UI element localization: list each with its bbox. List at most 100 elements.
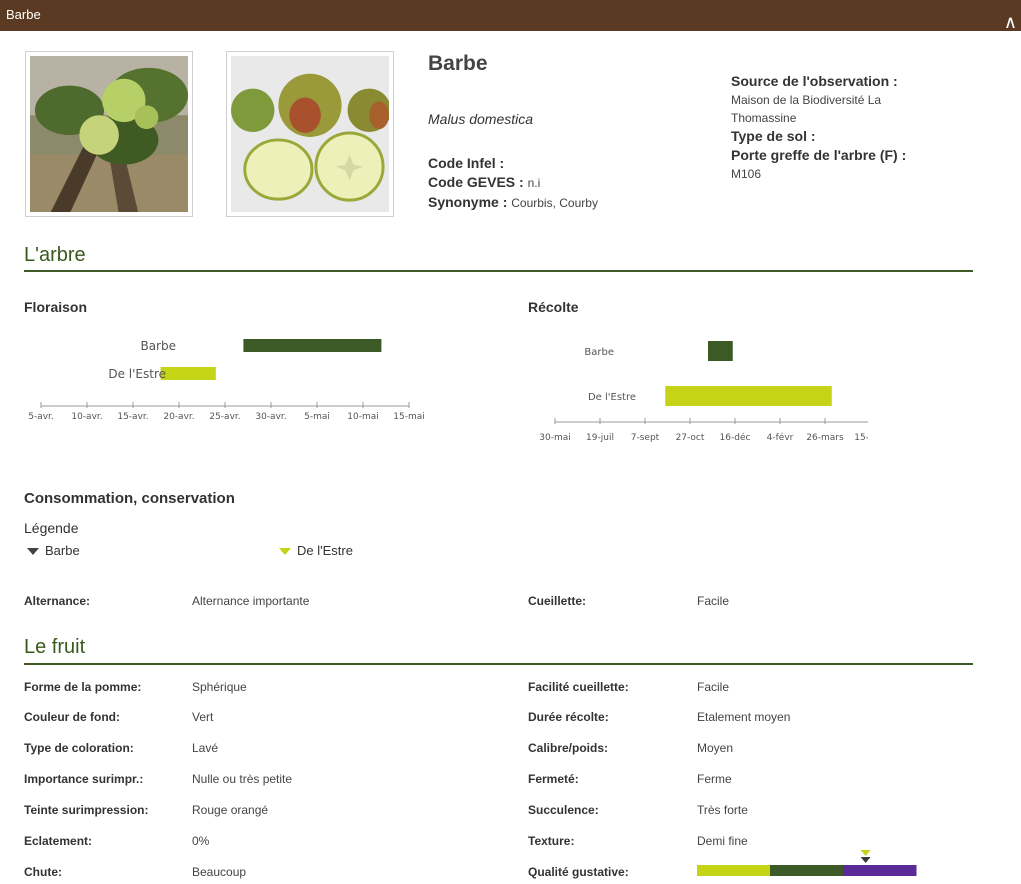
recolte-title: Récolte	[528, 299, 579, 315]
apple-tree-photo	[30, 56, 188, 212]
recolte-tick-label: 27-oct	[676, 433, 705, 443]
fruit-value: Moyen	[697, 741, 734, 755]
fruit-label: Qualité gustative:	[528, 865, 629, 879]
consommation-title: Consommation, conservation	[24, 490, 235, 507]
recolte-category-label: De l'Estre	[588, 392, 636, 403]
fruit-value: Nulle ou très petite	[192, 772, 293, 786]
cueillette-value: Facile	[697, 594, 730, 608]
recolte-tick-label: 26-mars	[806, 433, 844, 443]
qualite-segment	[843, 865, 917, 876]
triangle-down-icon	[27, 548, 39, 556]
floraison-chart: 5-avr. 10-avr. 15-avr. 20-avr. 25-avr. 30-avr…	[28, 339, 424, 422]
source-value-line2: Thomassine	[731, 111, 797, 125]
variety-title: Barbe	[428, 52, 488, 75]
apple-fruit-photo	[231, 56, 389, 212]
fruit-value: Très forte	[697, 803, 748, 817]
variety-codes: Code Infel : Code GEVES : n.i Synonyme :…	[428, 154, 598, 213]
fruit-label: Eclatement:	[24, 834, 93, 848]
recolte-bar	[708, 341, 733, 361]
fruit-value: Vert	[192, 710, 214, 724]
fruit-label: Teinte surimpression:	[24, 803, 149, 817]
fruit-value: Demi fine	[697, 834, 748, 848]
fruit-label: Texture:	[528, 834, 575, 848]
cueillette-label: Cueillette:	[528, 594, 587, 608]
photo-tree[interactable]	[25, 51, 193, 217]
recolte-category-label: Barbe	[584, 347, 614, 358]
synonyme-label: Synonyme :	[428, 194, 508, 210]
fruit-value: Lavé	[192, 741, 219, 755]
fruit-value: Ferme	[697, 772, 732, 786]
fruit-label: Type de coloration:	[24, 741, 134, 755]
floraison-category-label: Barbe	[140, 339, 176, 353]
porte-greffe-value: M106	[731, 167, 762, 181]
section-arbre: L'arbre	[24, 244, 973, 272]
recolte-tick-label: 15-mai	[854, 433, 868, 443]
legend-barbe-label: Barbe	[45, 543, 80, 558]
fruit-label: Importance surimpr.:	[24, 772, 144, 786]
triangle-down-icon	[860, 857, 871, 863]
fruit-label: Couleur de fond:	[24, 710, 120, 724]
recolte-tick-label: 4-févr	[767, 432, 794, 443]
sol-label: Type de sol :	[731, 128, 816, 144]
floraison-tick-label: 15-avr.	[117, 412, 148, 422]
section-arbre-title: L'arbre	[24, 244, 86, 266]
qualite-gustative-bar	[697, 850, 917, 876]
alternance-value: Alternance importante	[192, 594, 310, 608]
floraison-tick-label: 25-avr.	[209, 412, 240, 422]
floraison-tick-label: 15-mai	[393, 412, 424, 422]
alternance-label: Alternance:	[24, 594, 91, 608]
header-bar: Barbe ∧	[0, 0, 1021, 32]
fruit-value: Facile	[697, 680, 730, 694]
floraison-title: Floraison	[24, 299, 88, 315]
fruit-label: Durée récolte:	[528, 710, 609, 724]
floraison-tick-label: 20-avr.	[163, 412, 194, 422]
recolte-tick-label: 30-mai	[539, 433, 570, 443]
recolte-tick-label: 7-sept	[631, 433, 660, 443]
triangle-down-icon	[860, 850, 871, 856]
floraison-tick-label: 5-mai	[304, 412, 330, 422]
source-value-line1: Maison de la Biodiversité La	[731, 93, 882, 107]
header-title: Barbe	[6, 7, 41, 22]
floraison-bar	[243, 339, 382, 352]
floraison-tick-label: 10-avr.	[71, 412, 102, 422]
recolte-tick-label: 19-juil	[586, 433, 614, 443]
floraison-tick-label: 5-avr.	[28, 412, 54, 422]
fruit-value: Etalement moyen	[697, 710, 791, 724]
fruit-value: Rouge orangé	[192, 803, 269, 817]
floraison-bar	[160, 367, 216, 380]
code-geves-value: n.i	[527, 176, 541, 190]
fruit-value: Sphérique	[192, 680, 247, 694]
legend-item-estre: De l'Estre	[279, 543, 353, 558]
source-info: Source de l'observation : Maison de la B…	[731, 72, 961, 183]
fruit-label: Chute:	[24, 865, 62, 879]
floraison-tick-label: 10-mai	[347, 412, 378, 422]
recolte-tick-label: 16-déc	[720, 432, 751, 443]
legend-item-barbe: Barbe	[27, 543, 80, 558]
fruit-value: Beaucoup	[192, 865, 247, 879]
code-geves-label: Code GEVES :	[428, 174, 524, 190]
legende-title: Légende	[24, 520, 79, 536]
qualite-segment	[770, 865, 844, 876]
legend-estre-label: De l'Estre	[297, 543, 353, 558]
section-fruit-title: Le fruit	[24, 636, 86, 658]
floraison-category-label: De l'Estre	[108, 367, 166, 381]
code-infel-label: Code Infel :	[428, 155, 505, 171]
fruit-label: Succulence:	[528, 803, 599, 817]
fruit-label: Forme de la pomme:	[24, 680, 142, 694]
triangle-down-icon	[279, 548, 291, 556]
floraison-tick-label: 30-avr.	[255, 412, 286, 422]
latin-name: Malus domestica	[428, 111, 534, 127]
chevron-up-icon[interactable]: ∧	[1004, 14, 1017, 32]
fruit-value: 0%	[192, 834, 210, 848]
recolte-bar	[665, 386, 832, 406]
fruit-label: Fermeté:	[528, 772, 579, 786]
fruit-label: Calibre/poids:	[528, 741, 609, 755]
source-label: Source de l'observation :	[731, 73, 898, 89]
recolte-chart: 30-mai 19-juil 7-sept 27-oct 16-déc 4-févr 26-…	[539, 341, 868, 443]
synonyme-value: Courbis, Courby	[511, 196, 598, 210]
section-fruit: Le fruit	[24, 636, 973, 665]
porte-greffe-label: Porte greffe de l'arbre (F) :	[731, 147, 907, 163]
fruit-label: Facilité cueillette:	[528, 680, 629, 694]
qualite-segment	[697, 865, 771, 876]
photo-fruit[interactable]	[226, 51, 394, 217]
